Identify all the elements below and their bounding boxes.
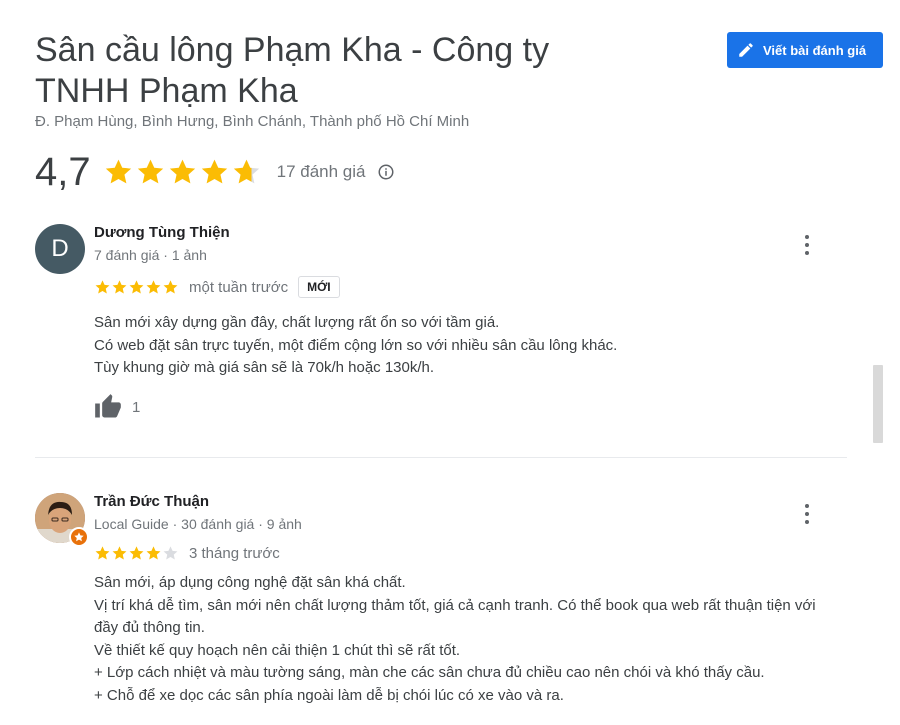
review-text: Sân mới xây dựng gần đây, chất lượng rất… <box>94 314 618 376</box>
scrollbar[interactable] <box>873 365 883 443</box>
star-full-icon <box>105 159 131 183</box>
star-empty-icon <box>163 546 178 560</box>
star-full-icon <box>95 546 110 560</box>
review-item: Trần Đức Thuận Local Guide · 30 đánh giá… <box>35 493 855 723</box>
avatar[interactable]: D <box>35 224 85 274</box>
review-time: 3 tháng trước <box>189 545 280 562</box>
local-guide-badge-icon <box>69 527 89 547</box>
review-divider <box>35 457 847 458</box>
star-full-icon <box>112 546 127 560</box>
review-author[interactable]: Dương Tùng Thiện <box>94 224 230 241</box>
rating-summary: 4,7 17 đánh giá <box>35 148 395 196</box>
rating-value: 4,7 <box>35 150 91 194</box>
write-review-label: Viết bài đánh giá <box>763 42 867 58</box>
write-review-button[interactable]: Viết bài đánh giá <box>727 32 883 68</box>
review-author[interactable]: Trần Đức Thuận <box>94 493 209 510</box>
review-time: một tuần trước <box>189 278 289 296</box>
review-meta: 7 đánh giá · 1 ảnh <box>94 247 207 263</box>
pencil-icon <box>739 43 753 57</box>
review-meta: Local Guide · 30 đánh giá · 9 ảnh <box>94 516 302 532</box>
like-button[interactable]: 1 <box>94 393 140 421</box>
place-address: Đ. Phạm Hùng, Bình Hưng, Bình Chánh, Thà… <box>35 113 470 130</box>
star-half-icon <box>233 159 259 183</box>
star-full-icon <box>169 159 195 183</box>
star-full-icon <box>137 159 163 183</box>
star-full-icon <box>163 279 178 293</box>
star-full-icon <box>129 279 144 293</box>
review-item: D Dương Tùng Thiện 7 đánh giá · 1 ảnh mộ… <box>35 224 855 424</box>
new-badge: MỚI <box>298 276 340 298</box>
review-text: Sân mới, áp dụng công nghệ đặt sân khá c… <box>94 574 816 704</box>
rating-stars <box>103 157 263 188</box>
star-full-icon <box>146 279 161 293</box>
like-count: 1 <box>132 398 141 416</box>
star-full-icon <box>129 546 144 560</box>
more-options-icon[interactable] <box>803 503 811 525</box>
star-full-icon <box>112 279 127 293</box>
review-stars <box>94 545 179 562</box>
star-full-icon <box>201 159 227 183</box>
star-full-icon <box>146 546 161 560</box>
more-options-icon[interactable] <box>803 234 811 256</box>
place-title: Sân cầu lông Phạm Kha - Công ty TNHH Phạ… <box>35 31 550 110</box>
review-count[interactable]: 17 đánh giá <box>277 162 366 182</box>
review-stars <box>94 279 179 296</box>
info-icon[interactable] <box>377 163 395 181</box>
thumbs-up-icon <box>95 394 121 418</box>
star-full-icon <box>95 279 110 293</box>
